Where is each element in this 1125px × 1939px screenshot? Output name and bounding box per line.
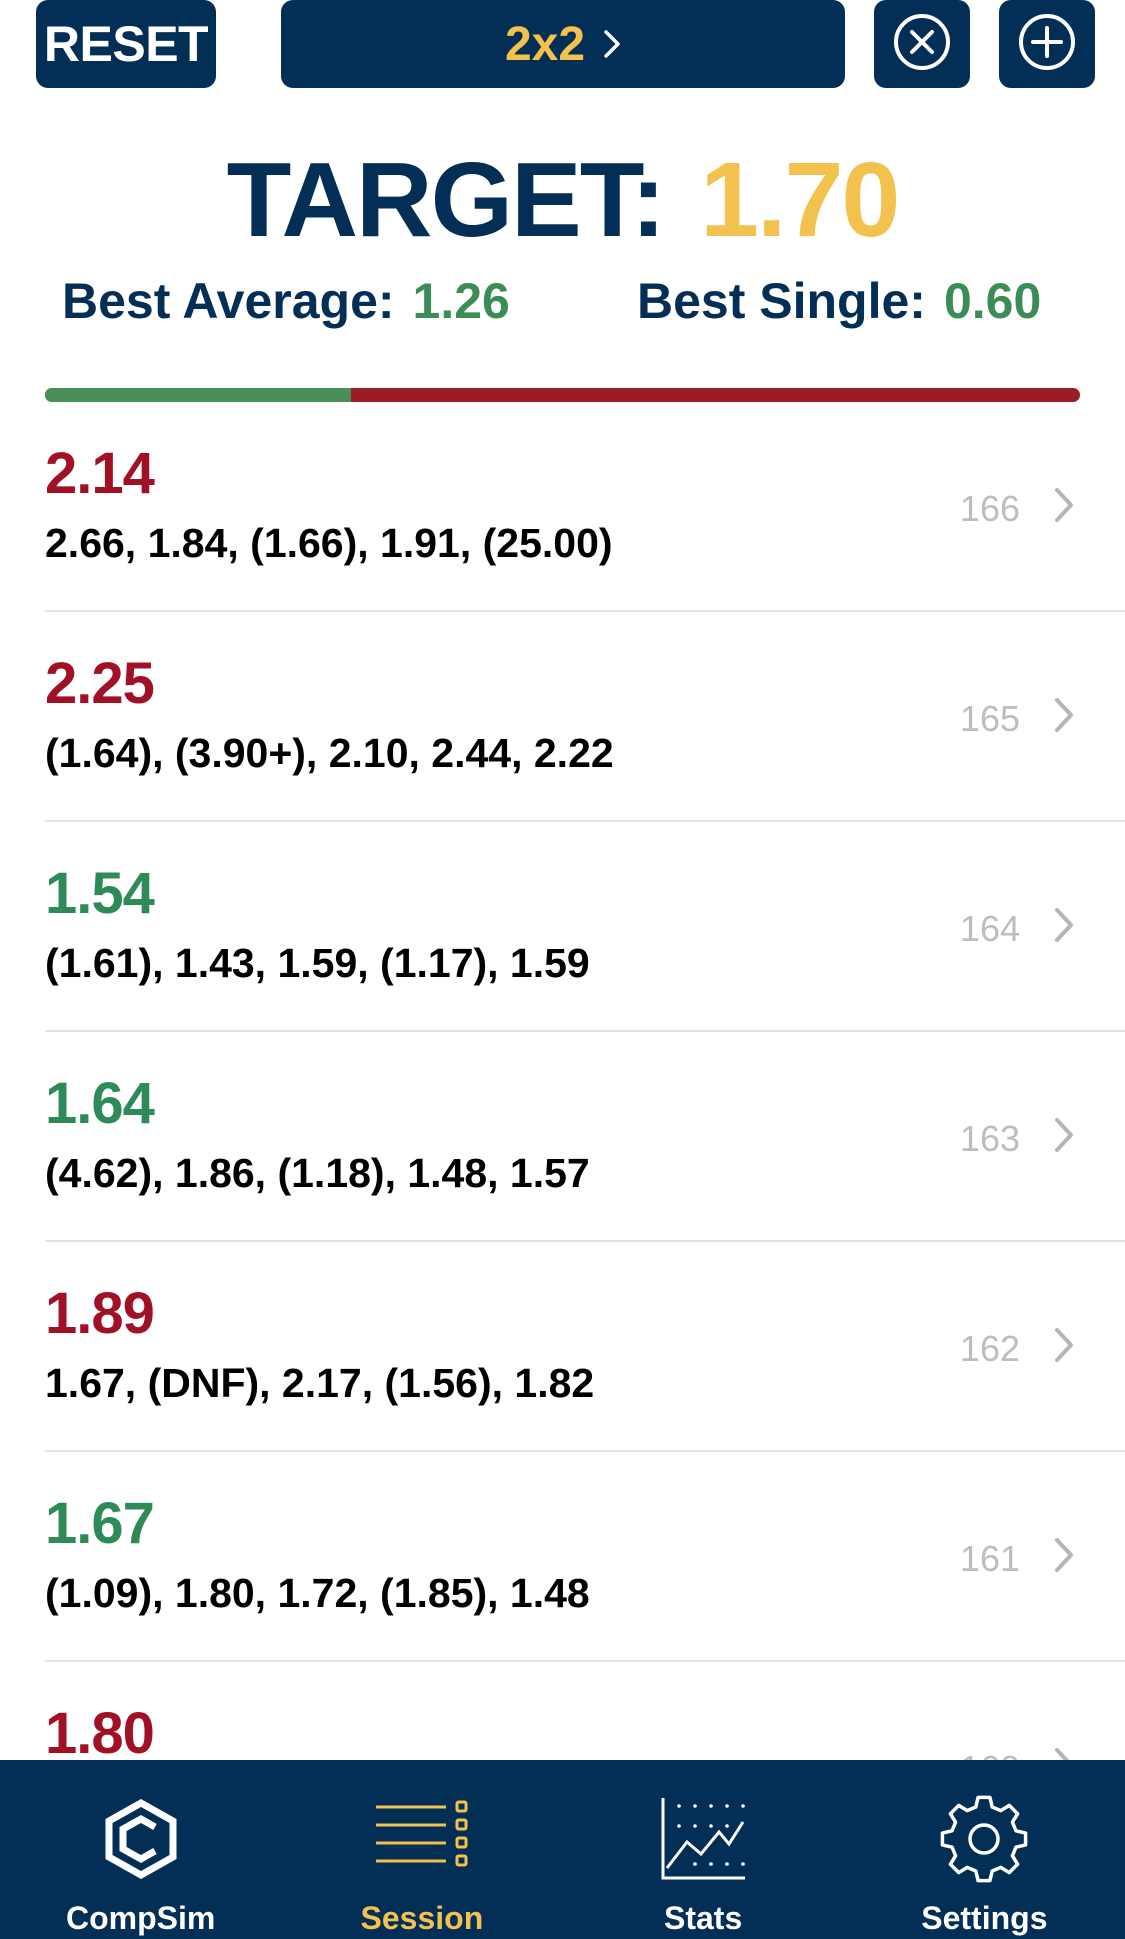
row-average: 1.89: [45, 1281, 155, 1346]
progress-fill: [45, 388, 352, 402]
row-times: (1.64), (3.90+), 2.10, 2.44, 2.22: [45, 730, 614, 776]
row-average: 1.64: [45, 1071, 155, 1136]
plus-circle-icon: [1017, 12, 1077, 77]
row-average: 1.80: [45, 1701, 155, 1760]
tab-settings-label: Settings: [921, 1900, 1048, 1936]
row-number: 166: [959, 488, 1020, 529]
session-list-icon: [374, 1784, 470, 1894]
row-average: 2.14: [45, 441, 155, 506]
chevron-right-icon: [1053, 1116, 1075, 1159]
target-label: TARGET:: [226, 141, 666, 259]
tab-stats[interactable]: Stats: [563, 1760, 844, 1939]
best-single: Best Single: 0.60: [637, 272, 1041, 330]
row-number: 165: [959, 698, 1020, 739]
row-number: 164: [959, 908, 1020, 949]
tab-compsim[interactable]: CompSim: [0, 1760, 281, 1939]
row-times: (1.61), 1.43, 1.59, (1.17), 1.59: [45, 940, 590, 986]
session-list[interactable]: 2.14 2.66, 1.84, (1.66), 1.91, (25.00) 166…: [0, 402, 1125, 1760]
row-average: 1.54: [45, 861, 155, 926]
tab-bar: CompSim Session Stats Settings: [0, 1760, 1125, 1939]
chevron-right-icon: [1053, 906, 1075, 949]
row-times: (4.62), 1.86, (1.18), 1.48, 1.57: [45, 1150, 590, 1196]
tab-session-label: Session: [360, 1900, 484, 1936]
best-average-value: 1.26: [412, 273, 510, 329]
row-times: 2.66, 1.84, (1.66), 1.91, (25.00): [45, 520, 613, 566]
chevron-right-icon: [1053, 1746, 1075, 1760]
close-circle-icon: [892, 12, 952, 77]
target-progress-bar: [45, 388, 1080, 402]
row-number: 163: [959, 1118, 1020, 1159]
chevron-right-icon: [1053, 1326, 1075, 1369]
session-row[interactable]: 1.64 (4.62), 1.86, (1.18), 1.48, 1.57 163: [45, 1032, 1125, 1242]
gear-icon: [938, 1784, 1030, 1894]
tab-settings[interactable]: Settings: [844, 1760, 1125, 1939]
event-selector-button[interactable]: 2x2: [281, 0, 845, 88]
row-times: (1.09), 1.80, 1.72, (1.85), 1.48: [45, 1570, 590, 1616]
best-single-label: Best Single:: [637, 273, 926, 329]
event-label: 2x2: [504, 17, 586, 71]
tab-compsim-label: CompSim: [65, 1900, 216, 1936]
chevron-right-icon: [603, 29, 621, 59]
chevron-right-icon: [1053, 486, 1075, 529]
chevron-right-icon: [1053, 696, 1075, 739]
best-average-label: Best Average:: [62, 273, 395, 329]
reset-button[interactable]: RESET: [36, 0, 216, 88]
target-display: TARGET: 1.70: [0, 140, 1125, 261]
reset-button-label: RESET: [43, 16, 209, 72]
compsim-logo-icon: [101, 1784, 181, 1894]
add-button[interactable]: [999, 0, 1095, 88]
session-row[interactable]: 1.80 160: [45, 1662, 1125, 1760]
row-average: 2.25: [45, 651, 155, 716]
tab-session[interactable]: Session: [281, 1760, 562, 1939]
session-row[interactable]: 1.89 1.67, (DNF), 2.17, (1.56), 1.82 162: [45, 1242, 1125, 1452]
best-average: Best Average: 1.26: [62, 272, 510, 330]
session-row[interactable]: 1.54 (1.61), 1.43, 1.59, (1.17), 1.59 164: [45, 822, 1125, 1032]
session-row[interactable]: 2.25 (1.64), (3.90+), 2.10, 2.44, 2.22 165: [45, 612, 1125, 822]
row-number: 162: [959, 1328, 1020, 1369]
session-row[interactable]: 1.67 (1.09), 1.80, 1.72, (1.85), 1.48 161: [45, 1452, 1125, 1662]
best-single-value: 0.60: [943, 273, 1042, 329]
row-number: 160: [960, 1748, 1020, 1760]
target-value: 1.70: [700, 141, 900, 259]
clear-button[interactable]: [874, 0, 970, 88]
row-times: 1.67, (DNF), 2.17, (1.56), 1.82: [45, 1360, 595, 1406]
row-number: 161: [959, 1538, 1020, 1579]
session-row[interactable]: 2.14 2.66, 1.84, (1.66), 1.91, (25.00) 166: [45, 402, 1125, 612]
stats-chart-icon: [659, 1784, 747, 1894]
row-average: 1.67: [45, 1491, 155, 1556]
chevron-right-icon: [1053, 1536, 1075, 1579]
tab-stats-label: Stats: [664, 1900, 743, 1936]
